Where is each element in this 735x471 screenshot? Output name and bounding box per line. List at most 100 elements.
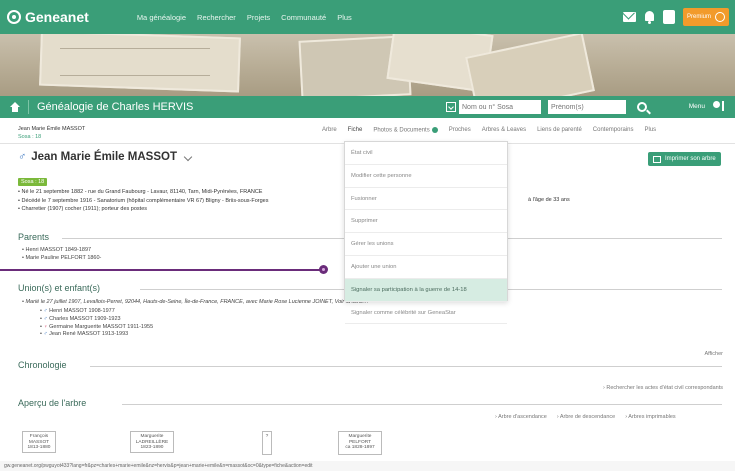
child-item[interactable]: • ♂ Henri MASSOT 1908-1977 (40, 308, 153, 316)
section-unions-heading: Union(s) et enfant(s) (18, 283, 101, 293)
tree-toolbar: Généalogie de Charles HERVIS Menu (0, 96, 735, 118)
female-icon: ♀ (43, 323, 48, 330)
parent-mother-text: Marie Pauline PELFORT 1860- (25, 255, 102, 261)
fact-occupation: • Charretier (1907) cocher (1911); porte… (18, 206, 148, 212)
parent-father[interactable]: • Henri MASSOT 1849-1897 (22, 246, 101, 254)
tree-menu-icon[interactable] (713, 101, 725, 112)
menu-item-geneastar[interactable]: Signaler comme célébrité sur GeneaStar (345, 302, 507, 325)
fact-occupation-text: Charretier (1907) cocher (1911); porteur… (21, 206, 148, 212)
section-chronology-heading: Chronologie (18, 360, 67, 370)
fiche-dropdown-menu: État civil Modifier cette personne Fusio… (344, 141, 508, 325)
tree-node[interactable]: Marguerite LADREILLÈRE 1823-1890 (130, 431, 174, 453)
section-divider (90, 366, 722, 367)
search-icon[interactable] (637, 102, 647, 112)
print-tree-button[interactable]: Imprimer son arbre (648, 152, 721, 166)
menu-item-modify-person[interactable]: Modifier cette personne (345, 165, 507, 188)
tree-title[interactable]: Généalogie de Charles HERVIS (37, 101, 193, 113)
tab-photos-documents[interactable]: Photos & Documents (373, 127, 438, 134)
menu-communaute[interactable]: Communauté (281, 13, 326, 22)
menu-item-etat-civil[interactable]: État civil (345, 142, 507, 165)
menu-item-delete[interactable]: Supprimer (345, 210, 507, 234)
child-item[interactable]: • ♂ Charles MASSOT 1909-1923 (40, 316, 153, 324)
sosa-badge: Sosa : 18 (18, 178, 48, 186)
sosa-toggle-checkbox[interactable] (446, 102, 456, 112)
name-or-sosa-input[interactable] (459, 100, 541, 114)
user-avatar-icon[interactable] (662, 10, 675, 24)
male-icon: ♂ (43, 315, 48, 322)
premium-label: Premium (686, 14, 711, 20)
tab-contemporains[interactable]: Contemporains (593, 127, 634, 134)
child-name: Germaine Marguerite MASSOT 1911-1955 (49, 323, 154, 330)
top-navigation-bar: Geneanet Ma généalogie Rechercher Projet… (0, 0, 735, 34)
section-parents-heading: Parents (18, 232, 50, 242)
parent-father-text: Henri MASSOT 1849-1897 (25, 247, 92, 253)
descendance-link-label: Arbre de descendance (559, 414, 616, 420)
tab-arbre[interactable]: Arbre (322, 127, 337, 134)
menu-ma-genealogie[interactable]: Ma généalogie (137, 13, 186, 22)
parent-mother[interactable]: • Marie Pauline PELFORT 1860- (22, 254, 101, 262)
menu-projets[interactable]: Projets (247, 13, 270, 22)
menu-rechercher[interactable]: Rechercher (197, 13, 236, 22)
person-tabs: Arbre Fiche Photos & Documents Proches A… (322, 127, 656, 134)
ascendance-link-label: Arbre d'ascendance (498, 414, 547, 420)
fact-age: à l'âge de 33 ans (528, 197, 570, 203)
child-item[interactable]: • ♂ Jean René MASSOT 1913-1993 (40, 331, 153, 339)
descendance-link[interactable]: › Arbre de descendance (557, 414, 615, 420)
child-item[interactable]: • ♀ Germaine Marguerite MASSOT 1911-1955 (40, 324, 153, 332)
notification-bell-icon[interactable] (644, 10, 655, 24)
tree-node-dates: 1813-1880 (27, 445, 51, 450)
mail-icon[interactable] (622, 12, 636, 22)
menu-item-merge[interactable]: Fusionner (345, 188, 507, 211)
menu-item-manage-unions[interactable]: Gérer les unions (345, 233, 507, 256)
search-civil-records-link[interactable]: › Rechercher les actes d'état civil corr… (603, 385, 723, 391)
callout-pointer-line (0, 269, 324, 271)
chronology-show-link[interactable]: Afficher (704, 351, 723, 357)
breadcrumb-person[interactable]: Jean Marie Émile MASSOT (18, 125, 85, 133)
info-badge-icon (431, 127, 438, 133)
tree-menu-label[interactable]: Menu (689, 103, 705, 110)
tab-fiche[interactable]: Fiche (348, 127, 363, 134)
printer-icon (653, 155, 661, 163)
toolbar-divider (28, 100, 29, 114)
ascendance-link[interactable]: › Arbre d'ascendance (495, 414, 547, 420)
tree-node[interactable]: François MASSOT 1813-1880 (22, 431, 56, 453)
edit-pencil-icon[interactable] (183, 152, 193, 162)
callout-pointer-dot (319, 265, 328, 274)
menu-item-add-union[interactable]: Ajouter une union (345, 256, 507, 279)
premium-icon (715, 12, 725, 22)
page-title: ♂ Jean Marie Émile MASSOT (18, 151, 193, 163)
banner-handwriting (60, 48, 210, 76)
tab-plus[interactable]: Plus (644, 127, 656, 134)
user-area: Premium (622, 8, 729, 26)
union-text: Marié le 27 juillet 1907, Levallois-Perr… (25, 299, 369, 305)
male-icon: ♂ (18, 151, 27, 163)
menu-plus[interactable]: Plus (337, 13, 352, 22)
tab-proches[interactable]: Proches (449, 127, 471, 134)
home-icon[interactable] (10, 102, 20, 112)
geneanet-logo[interactable]: Geneanet (7, 9, 89, 25)
child-name: Henri MASSOT 1908-1977 (49, 308, 115, 314)
printable-trees-link-label: Arbres imprimables (628, 414, 676, 420)
union-line: • Marié le 27 juillet 1907, Levallois-Pe… (22, 299, 369, 305)
fact-death: • Décédé le 7 septembre 1916 - Sanatoriu… (18, 197, 269, 204)
printable-trees-link[interactable]: › Arbres imprimables (625, 414, 675, 420)
tab-photos-label: Photos & Documents (373, 127, 430, 134)
person-name: Jean Marie Émile MASSOT (31, 151, 177, 163)
print-label: Imprimer son arbre (665, 156, 716, 162)
breadcrumb: Jean Marie Émile MASSOT Sosa : 18 (18, 125, 85, 141)
menu-item-ww1-participation[interactable]: Signaler sa participation à la guerre de… (345, 278, 507, 302)
tree-node[interactable]: Marguerite PELFORT ca 1828-1897 (338, 431, 382, 455)
fact-death-text: Décédé le 7 septembre 1916 - Sanatorium … (21, 197, 269, 204)
section-tree-preview-heading: Aperçu de l'arbre (18, 398, 87, 408)
tree-node-dates: ca 1828-1897 (345, 445, 375, 450)
male-icon: ♂ (43, 331, 48, 338)
firstname-input[interactable] (548, 100, 626, 114)
tab-arbres-leaves[interactable]: Arbres & Leaves (482, 127, 526, 134)
tree-node[interactable]: ? (262, 431, 272, 455)
premium-button[interactable]: Premium (682, 8, 729, 26)
fact-birth-text: Né le 21 septembre 1882 - rue du Grand F… (21, 189, 263, 195)
tab-liens-parente[interactable]: Liens de parenté (537, 127, 582, 134)
section-divider (122, 404, 722, 405)
search-civil-records-label: Rechercher les actes d'état civil corres… (606, 385, 723, 391)
person-facts: • Né le 21 septembre 1882 - rue du Grand… (18, 188, 570, 214)
